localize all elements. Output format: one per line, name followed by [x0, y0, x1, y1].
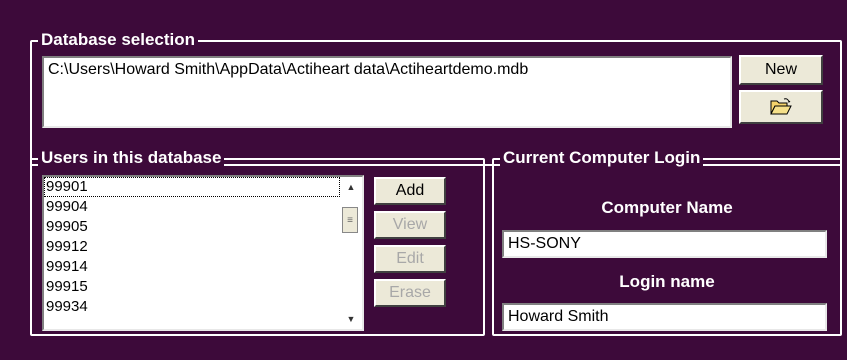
view-user-button[interactable]: View — [374, 211, 446, 239]
database-selection-legend: Database selection — [38, 29, 199, 51]
database-path-field[interactable]: C:\Users\Howard Smith\AppData\Actiheart … — [42, 56, 732, 128]
erase-button-label: Erase — [389, 284, 431, 301]
folder-open-icon — [770, 98, 792, 115]
users-listbox[interactable]: 99901 99904 99905 99912 99914 99915 99934 ▲ ≡ … — [42, 175, 364, 331]
list-item[interactable]: 99914 — [44, 257, 340, 277]
view-button-label: View — [392, 216, 428, 233]
scroll-thumb[interactable]: ≡ — [342, 207, 358, 233]
new-button-label: New — [764, 61, 797, 78]
list-item[interactable]: 99904 — [44, 197, 340, 217]
erase-user-button[interactable]: Erase — [374, 279, 446, 307]
computer-name-field[interactable]: HS-SONY — [502, 230, 827, 258]
list-item[interactable]: 99934 — [44, 297, 340, 317]
scroll-up-icon[interactable]: ▲ — [340, 177, 362, 197]
computer-login-legend: Current Computer Login — [500, 147, 704, 169]
database-path-text: C:\Users\Howard Smith\AppData\Actiheart … — [48, 61, 529, 78]
scroll-down-icon[interactable]: ▼ — [340, 309, 362, 329]
computer-login-group: Current Computer Login Computer Name HS-… — [492, 147, 842, 336]
users-legend: Users in this database — [38, 147, 225, 169]
list-item[interactable]: 99905 — [44, 217, 340, 237]
edit-button-label: Edit — [396, 250, 424, 267]
login-name-value: Howard Smith — [508, 308, 609, 325]
list-item[interactable]: 99912 — [44, 237, 340, 257]
add-button-label: Add — [395, 182, 425, 199]
login-name-field[interactable]: Howard Smith — [502, 303, 827, 331]
list-item[interactable]: 99915 — [44, 277, 340, 297]
edit-user-button[interactable]: Edit — [374, 245, 446, 273]
computer-name-value: HS-SONY — [508, 235, 581, 252]
add-user-button[interactable]: Add — [374, 177, 446, 205]
list-item[interactable]: 99901 — [44, 177, 340, 197]
users-list: 99901 99904 99905 99912 99914 99915 99934 — [44, 177, 340, 317]
users-group: Users in this database 99901 99904 99905 99… — [30, 147, 485, 336]
new-database-button[interactable]: New — [739, 55, 823, 85]
computer-name-label: Computer Name — [601, 198, 733, 217]
login-name-label: Login name — [619, 272, 715, 291]
users-scrollbar[interactable]: ▲ ≡ ▼ — [340, 177, 362, 329]
open-database-button[interactable] — [739, 90, 823, 124]
